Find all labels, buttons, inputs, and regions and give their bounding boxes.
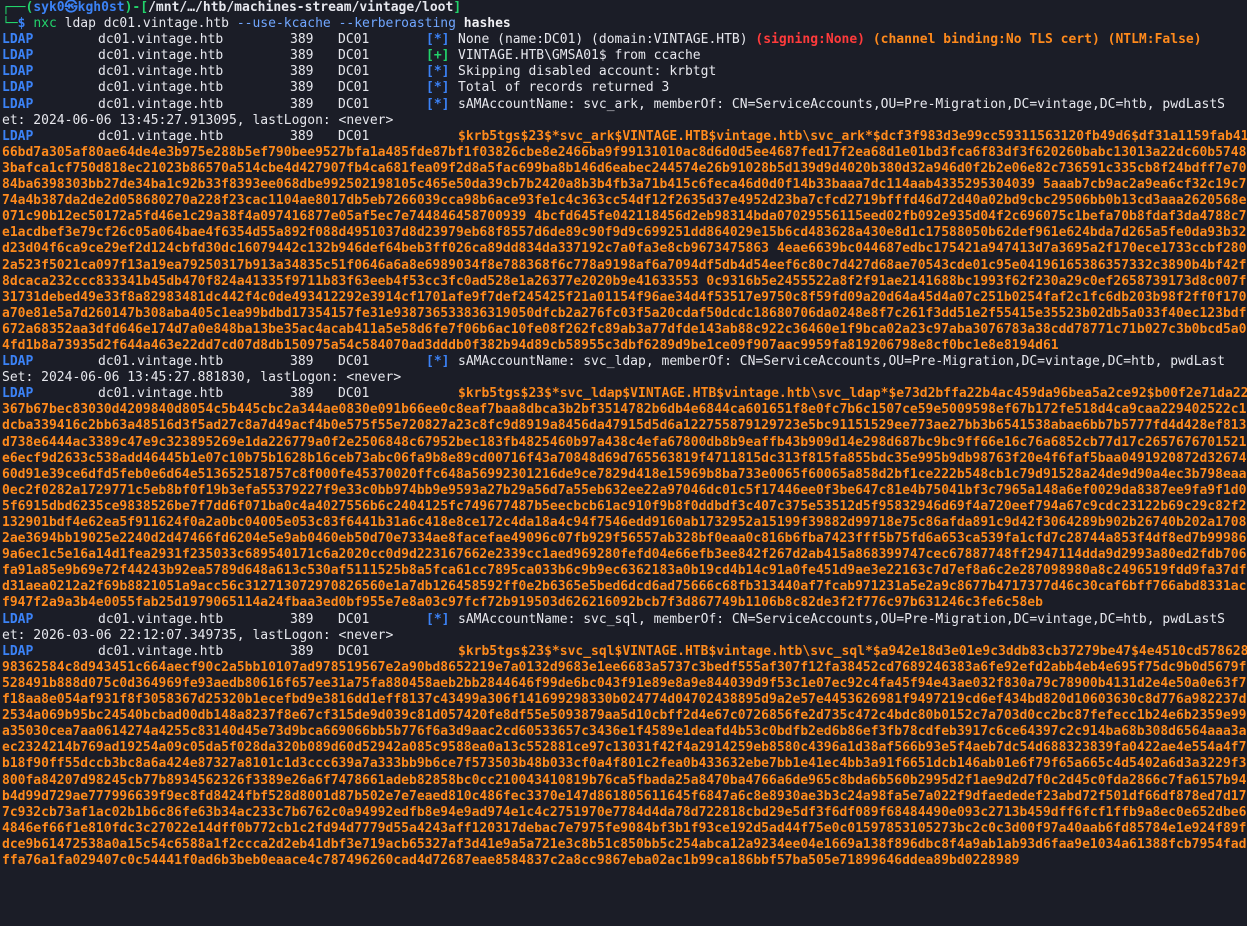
port-label: 389	[290, 64, 314, 80]
output-line: LDAP dc01.vintage.htb 389 DC01 [+] VINTAGE.HT…	[2, 48, 1247, 64]
port-label: 389	[290, 96, 314, 112]
prompt-corner-bottom: └─	[2, 16, 18, 32]
host-label: dc01.vintage.htb	[98, 128, 224, 144]
account-info-continued: et: 2024-06-06 13:45:27.913095, lastLogo…	[2, 112, 394, 128]
port-label: 389	[290, 611, 314, 627]
status-tag: [*]	[426, 64, 450, 80]
output-text: None (name:DC01) (domain:VINTAGE.HTB)	[458, 32, 756, 48]
output-text: VINTAGE.HTB\GMSA01$ from ccache	[458, 48, 701, 64]
prompt-bracket: )-[	[124, 0, 149, 15]
host-label: dc01.vintage.htb	[98, 354, 224, 370]
output-line: LDAP dc01.vintage.htb 389 DC01 [*] Total of r…	[2, 80, 1247, 96]
output-text: Skipping disabled account: krbtgt	[458, 64, 717, 80]
hostname-label: DC01	[338, 64, 370, 80]
port-label: 389	[290, 32, 314, 48]
hash-line: LDAP dc01.vintage.htb 389 DC01 $krb5tgs$23$*…	[2, 644, 1247, 660]
account-info-line: LDAP dc01.vintage.htb 389 DC01 [*] sAMAccount…	[2, 354, 1247, 370]
status-tag: [*]	[426, 32, 450, 48]
output-text: Total of records returned 3	[458, 80, 670, 96]
port-label: 389	[290, 354, 314, 370]
host-label: dc01.vintage.htb	[98, 32, 224, 48]
prompt-host: kgh0st	[77, 0, 125, 15]
protocol-label: LDAP	[2, 354, 34, 370]
status-tag: [*]	[426, 354, 450, 370]
port-label: 389	[290, 643, 314, 659]
prompt-user: syk0	[33, 0, 65, 15]
status-tag: [+]	[426, 48, 450, 64]
terminal-window: ┌──(syk0㉿kgh0st)-[/mnt/…/htb/machines-st…	[0, 0, 1247, 926]
host-label: dc01.vintage.htb	[98, 48, 224, 64]
kerberos-hash-start: $krb5tgs$23$*svc_ldap$VINTAGE.HTB$vintag…	[458, 386, 1247, 402]
kerberos-hash-body: 367b67bec83030d4209840d8054c5b445cbc2a34…	[2, 402, 1247, 611]
protocol-label: LDAP	[2, 80, 34, 96]
account-info-line: LDAP dc01.vintage.htb 389 DC01 [*] sAMAccount…	[2, 97, 1247, 113]
host-label: dc01.vintage.htb	[98, 64, 224, 80]
hash-line: LDAP dc01.vintage.htb 389 DC01 $krb5tgs$23$*…	[2, 386, 1247, 402]
protocol-label: LDAP	[2, 643, 34, 659]
protocol-label: LDAP	[2, 96, 34, 112]
command-option-kerberoasting: --kerberoasting	[338, 16, 456, 32]
status-tag: [*]	[426, 96, 450, 112]
command-args: ldap dc01.vintage.htb	[56, 16, 237, 32]
hostname-label: DC01	[338, 48, 370, 64]
kerberos-hash-body: 98362584c8d943451c664aecf90c2a5bb10107ad…	[2, 659, 1247, 868]
hostname-label: DC01	[338, 386, 370, 402]
host-label: dc01.vintage.htb	[98, 386, 224, 402]
hostname-label: DC01	[338, 611, 370, 627]
prompt-line-1: ┌──(syk0㉿kgh0st)-[/mnt/…/htb/machines-st…	[2, 0, 1247, 16]
prompt-bracket-end: ]	[453, 0, 462, 15]
hostname-label: DC01	[338, 32, 370, 48]
command-output-file: hashes	[463, 16, 511, 32]
hostname-label: DC01	[338, 80, 370, 96]
port-label: 389	[290, 128, 314, 144]
host-label: dc01.vintage.htb	[98, 96, 224, 112]
account-info: sAMAccountName: svc_ark, memberOf: CN=Se…	[458, 96, 1226, 112]
prompt-at-symbol: ㉿	[64, 0, 78, 15]
protocol-label: LDAP	[2, 64, 34, 80]
host-label: dc01.vintage.htb	[98, 643, 224, 659]
command-name: nxc	[33, 16, 57, 32]
command-option-kcache: --use-kcache	[236, 16, 331, 32]
prompt-dollar: $	[17, 16, 34, 32]
port-label: 389	[290, 48, 314, 64]
kerberos-hash-body: 66bd7a305af80ae64de4e3b975e288b5ef790bee…	[2, 144, 1247, 353]
hostname-label: DC01	[338, 354, 370, 370]
hash-line: LDAP dc01.vintage.htb 389 DC01 $krb5tgs$23$*…	[2, 129, 1247, 145]
output-line: LDAP dc01.vintage.htb 389 DC01 [*] Skipping d…	[2, 64, 1247, 80]
account-info-continued: Set: 2024-06-06 13:45:27.881830, lastLog…	[2, 370, 402, 386]
command-output: LDAP dc01.vintage.htb 389 DC01 [*] None (name…	[2, 32, 1247, 869]
protocol-label: LDAP	[2, 32, 34, 48]
hostname-label: DC01	[338, 96, 370, 112]
hostname-label: DC01	[338, 128, 370, 144]
output-line: LDAP dc01.vintage.htb 389 DC01 [*] None (name…	[2, 32, 1247, 48]
output-text: (channel binding:No TLS cert) (NTLM:Fals…	[872, 32, 1202, 48]
output-text: signing:None	[763, 32, 858, 48]
port-label: 389	[290, 386, 314, 402]
prompt-corner: ┌──(	[2, 0, 34, 15]
account-info-continued: et: 2026-03-06 22:12:07.349735, lastLogo…	[2, 627, 394, 643]
account-info-line: LDAP dc01.vintage.htb 389 DC01 [*] sAMAccount…	[2, 612, 1247, 628]
protocol-label: LDAP	[2, 48, 34, 64]
protocol-label: LDAP	[2, 611, 34, 627]
port-label: 389	[290, 80, 314, 96]
status-tag: [*]	[426, 80, 450, 96]
account-info: sAMAccountName: svc_ldap, memberOf: CN=S…	[458, 354, 1226, 370]
protocol-label: LDAP	[2, 128, 34, 144]
hostname-label: DC01	[338, 643, 370, 659]
kerberos-hash-start: $krb5tgs$23$*svc_ark$VINTAGE.HTB$vintage…	[458, 128, 1247, 144]
host-label: dc01.vintage.htb	[98, 611, 224, 627]
account-info: sAMAccountName: svc_sql, memberOf: CN=Se…	[458, 611, 1226, 627]
host-label: dc01.vintage.htb	[98, 80, 224, 96]
protocol-label: LDAP	[2, 386, 34, 402]
prompt-path: /mnt/…/htb/machines-stream/vintage/loot	[148, 0, 454, 15]
status-tag: [*]	[426, 611, 450, 627]
output-text: )	[857, 32, 865, 48]
kerberos-hash-start: $krb5tgs$23$*svc_sql$VINTAGE.HTB$vintage…	[458, 643, 1247, 659]
command-line[interactable]: └─$ nxc ldap dc01.vintage.htb --use-kcac…	[2, 16, 1247, 32]
